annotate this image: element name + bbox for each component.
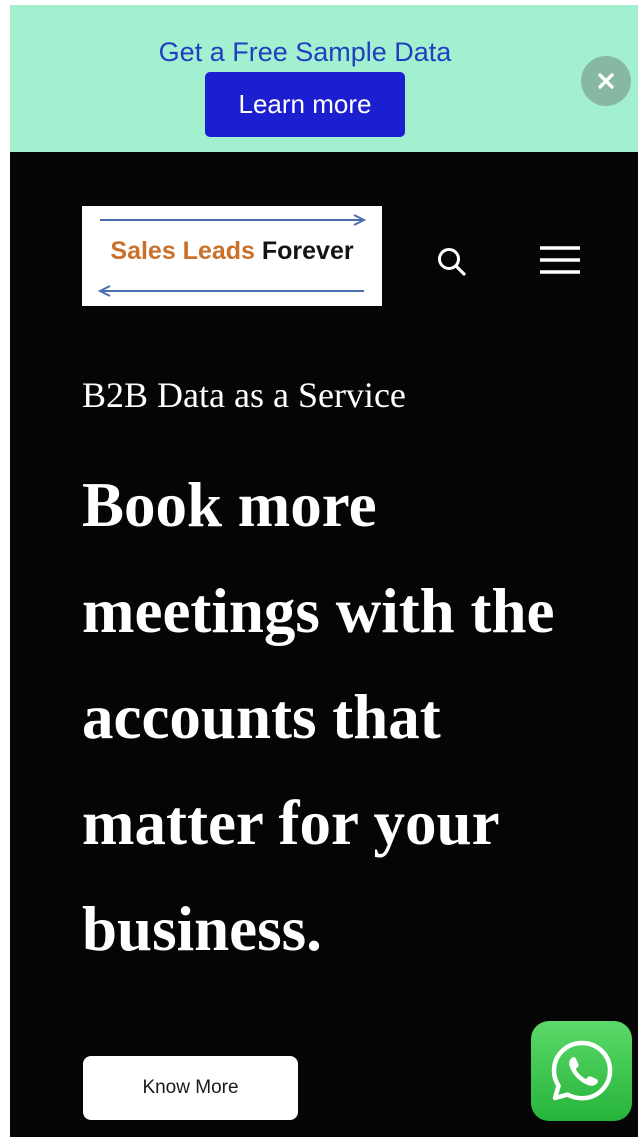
site-header: Sales Leads Forever (10, 152, 638, 362)
search-button[interactable] (432, 242, 472, 282)
menu-button[interactable] (538, 242, 582, 278)
whatsapp-icon (551, 1040, 612, 1101)
hero-headline: Book more meetings with the accounts tha… (82, 470, 555, 964)
logo-word-forever: Forever (261, 237, 354, 265)
promo-text: Get a Free Sample Data (158, 37, 452, 67)
logo-arrow-right-icon (100, 214, 367, 226)
hamburger-menu-icon (540, 246, 580, 274)
know-more-button[interactable]: Know More (83, 1056, 298, 1120)
close-icon (598, 73, 614, 89)
logo-word-sales-leads: Sales Leads (110, 237, 255, 265)
site-logo[interactable]: Sales Leads Forever (82, 206, 382, 306)
page-viewport: Get a Free Sample Data Learn more Sales … (10, 5, 638, 1137)
learn-more-button[interactable]: Learn more (205, 72, 405, 137)
search-icon (438, 248, 466, 276)
logo-wordmark: Sales Leads Forever (82, 235, 382, 267)
promo-close-button[interactable] (581, 56, 631, 106)
logo-arrow-left-icon (97, 285, 364, 297)
promo-bar: Get a Free Sample Data Learn more (10, 5, 638, 152)
hero-tagline: B2B Data as a Service (82, 375, 406, 415)
whatsapp-chat-button[interactable] (531, 1021, 632, 1121)
